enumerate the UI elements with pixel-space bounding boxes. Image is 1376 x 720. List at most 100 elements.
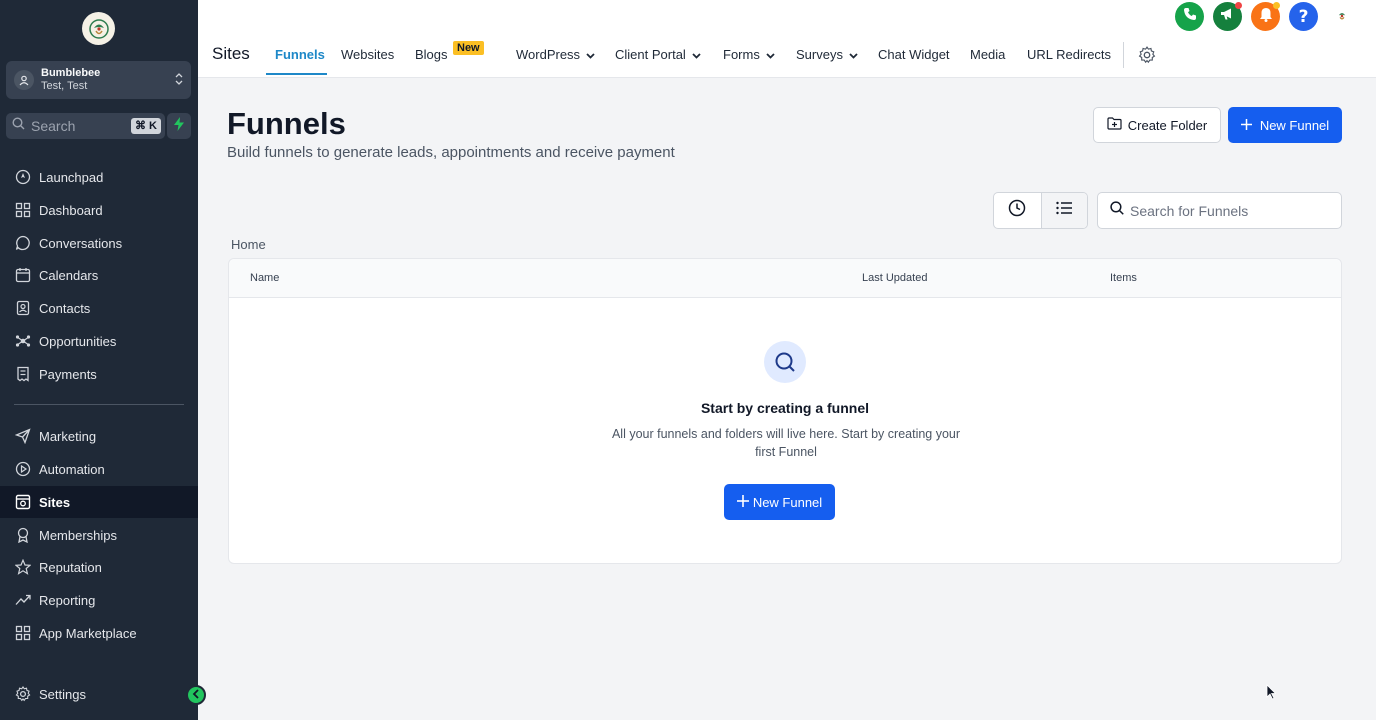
account-name: Bumblebee (41, 67, 101, 79)
chevron-down-icon (586, 47, 595, 62)
new-badge: New (453, 41, 484, 55)
sidebar-search[interactable]: Search ⌘ K (6, 113, 165, 139)
clock-icon (1008, 199, 1026, 222)
sidebar-item-contacts[interactable]: Contacts (0, 292, 198, 324)
sidebar-item-marketing[interactable]: Marketing (0, 420, 198, 452)
account-location: Test, Test (41, 80, 88, 92)
apps-icon (14, 625, 31, 642)
active-tab-indicator (266, 73, 327, 75)
tab-surveys[interactable]: Surveys (796, 47, 858, 62)
collapse-sidebar-button[interactable] (186, 685, 206, 705)
funnels-table: Name Last Updated Items Start by creatin… (228, 258, 1342, 564)
sidebar-item-launchpad[interactable]: Launchpad (0, 161, 198, 193)
sidebar-item-calendars[interactable]: Calendars (0, 259, 198, 291)
sites-settings-button[interactable] (1138, 46, 1156, 67)
sidebar-divider (14, 404, 184, 405)
chevron-down-icon (692, 47, 701, 62)
megaphone-icon (1220, 7, 1235, 26)
gear-icon (14, 686, 31, 703)
grid-icon (14, 202, 31, 219)
sidebar-item-label: Reputation (39, 559, 102, 575)
sidebar-item-reputation[interactable]: Reputation (0, 551, 198, 583)
folder-plus-icon (1107, 117, 1122, 133)
lightning-icon (174, 116, 184, 136)
search-input[interactable] (1130, 202, 1330, 219)
list-icon (1056, 201, 1073, 220)
empty-state-search-icon (764, 341, 806, 383)
gear-icon (1138, 46, 1156, 67)
sidebar-item-opportunities[interactable]: Opportunities (0, 325, 198, 357)
sidebar-item-reporting[interactable]: Reporting (0, 584, 198, 616)
sidebar-item-label: Sites (39, 494, 71, 510)
tab-media[interactable]: Media (970, 47, 1005, 62)
page-subtitle: Build funnels to generate leads, appoint… (227, 144, 675, 161)
sidebar-item-dashboard[interactable]: Dashboard (0, 194, 198, 226)
sidebar-item-label: Dashboard (39, 202, 103, 218)
search-shortcut: ⌘ K (131, 118, 161, 134)
sidebar-item-conversations[interactable]: Conversations (0, 227, 198, 259)
sites-icon (14, 494, 31, 511)
profile-avatar[interactable] (1329, 3, 1355, 29)
chevron-down-icon (766, 47, 775, 62)
tab-websites[interactable]: Websites (341, 47, 394, 62)
sidebar-item-label: Reporting (39, 592, 96, 608)
star-icon (14, 559, 31, 576)
automation-icon (14, 461, 31, 478)
sidebar-item-settings[interactable]: Settings (0, 678, 198, 710)
mouse-cursor-icon (1266, 684, 1277, 705)
empty-state-description: All your funnels and folders will live h… (611, 427, 961, 459)
tab-url-redirects[interactable]: URL Redirects (1027, 47, 1111, 62)
chevron-up-down-icon (175, 71, 183, 92)
help-button[interactable]: ? (1289, 2, 1318, 31)
tab-divider (1123, 42, 1124, 68)
quick-actions-button[interactable] (167, 113, 191, 139)
breadcrumb[interactable]: Home (231, 237, 266, 252)
network-icon (14, 333, 31, 350)
sidebar-item-label: Calendars (39, 267, 99, 283)
sidebar-item-automation[interactable]: Automation (0, 453, 198, 485)
tab-wordpress[interactable]: WordPress (516, 47, 595, 62)
notification-dot (1273, 2, 1280, 9)
sidebar-item-payments[interactable]: Payments (0, 358, 198, 390)
award-icon (14, 527, 31, 544)
column-header-items[interactable]: Items (1110, 272, 1137, 284)
chevron-down-icon (849, 47, 858, 62)
sidebar-item-app-marketplace[interactable]: App Marketplace (0, 617, 198, 649)
address-book-icon (14, 300, 31, 317)
sidebar-item-label: Opportunities (39, 333, 117, 349)
recent-view-button[interactable] (994, 193, 1041, 228)
search-label: Search (31, 118, 76, 134)
phone-button[interactable] (1175, 2, 1204, 31)
funnel-search (1097, 192, 1342, 229)
plus-icon (1240, 118, 1252, 133)
notifications-button[interactable] (1251, 2, 1280, 31)
list-view-button[interactable] (1040, 193, 1087, 228)
table-header: Name Last Updated Items (229, 259, 1341, 298)
empty-state-new-funnel-button[interactable]: New Funnel (724, 484, 835, 520)
send-icon (14, 428, 31, 445)
location-icon (14, 70, 34, 90)
create-folder-button[interactable]: Create Folder (1093, 107, 1221, 143)
tab-blogs[interactable]: Blogs (415, 47, 448, 62)
sidebar-item-memberships[interactable]: Memberships (0, 519, 198, 551)
company-logo[interactable] (82, 12, 115, 45)
sidebar-item-label: Automation (39, 461, 105, 477)
search-icon (12, 117, 25, 135)
sidebar-item-sites[interactable]: Sites (0, 486, 198, 518)
column-header-last-updated[interactable]: Last Updated (862, 272, 927, 284)
notification-dot (1235, 2, 1242, 9)
new-funnel-button[interactable]: New Funnel (1228, 107, 1342, 143)
empty-state-title: Start by creating a funnel (700, 400, 870, 416)
column-header-name[interactable]: Name (250, 272, 279, 284)
sidebar-item-label: Settings (39, 686, 86, 702)
tab-chat-widget[interactable]: Chat Widget (878, 47, 950, 62)
sidebar-item-label: Marketing (39, 428, 97, 444)
tab-funnels[interactable]: Funnels (275, 47, 325, 62)
bell-icon (1259, 7, 1273, 27)
search-icon (1110, 201, 1124, 220)
tab-forms[interactable]: Forms (723, 47, 775, 62)
account-switcher[interactable]: Bumblebee Test, Test (6, 61, 191, 99)
rocket-icon (14, 169, 31, 186)
announcements-button[interactable] (1213, 2, 1242, 31)
tab-client-portal[interactable]: Client Portal (615, 47, 701, 62)
